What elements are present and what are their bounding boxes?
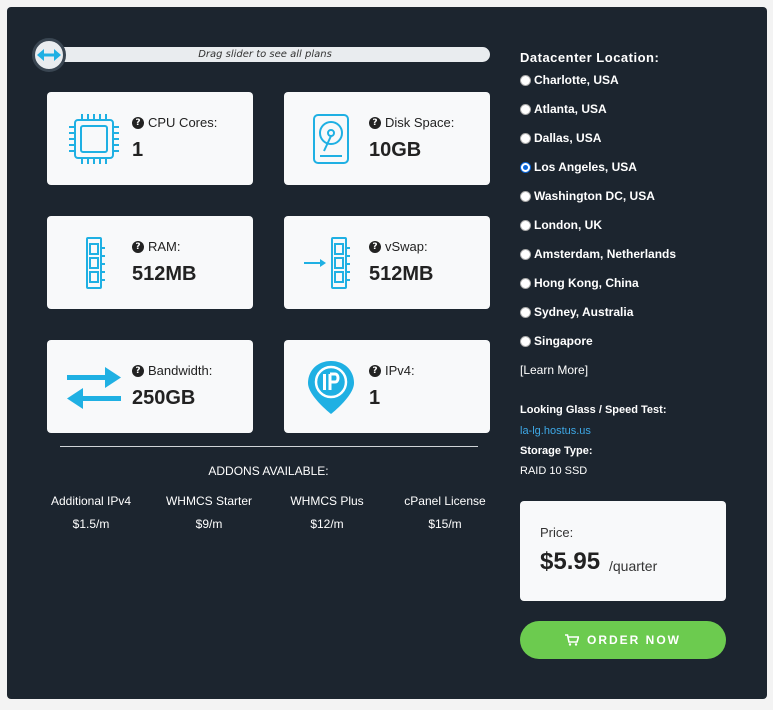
double-arrow-icon	[37, 49, 61, 61]
cart-icon	[565, 634, 579, 646]
datacenter-option[interactable]: Amsterdam, Netherlands	[520, 246, 676, 262]
datacenter-option[interactable]: Los Angeles, USA	[520, 159, 637, 175]
order-now-button[interactable]: ORDER NOW	[520, 621, 726, 659]
spec-value: 250GB	[132, 387, 196, 409]
price-period: /quarter	[609, 558, 658, 574]
radio-button[interactable]	[520, 306, 531, 318]
storage-type-label: Storage Type:	[520, 445, 593, 457]
spec-label: ? CPU Cores:	[132, 115, 217, 130]
radio-button[interactable]	[520, 190, 531, 202]
spec-label: ? Disk Space:	[369, 115, 454, 130]
datacenter-option[interactable]: Hong Kong, China	[520, 275, 639, 291]
help-icon[interactable]: ?	[132, 116, 144, 129]
spec-value: 10GB	[369, 139, 422, 161]
spec-value: 512MB	[369, 263, 434, 285]
plan-slider-track[interactable]: Drag slider to see all plans	[40, 47, 490, 62]
datacenter-option[interactable]: Charlotte, USA	[520, 72, 619, 88]
ip-pin-icon	[308, 361, 354, 414]
radio-button[interactable]	[520, 248, 531, 260]
spec-card-bandwidth: ? Bandwidth: 250GB	[47, 340, 253, 433]
ram-icon	[86, 237, 105, 289]
spec-card-cpu: ? CPU Cores: 1	[47, 92, 253, 185]
radio-button-selected[interactable]	[520, 161, 531, 173]
help-icon[interactable]: ?	[369, 240, 381, 253]
radio-button[interactable]	[520, 74, 531, 86]
spec-label: ? Bandwidth:	[132, 363, 212, 378]
datacenter-option[interactable]: Sydney, Australia	[520, 304, 633, 320]
spec-label: ? vSwap:	[369, 239, 428, 254]
datacenter-option[interactable]: London, UK	[520, 217, 602, 233]
spec-card-disk: ? Disk Space: 10GB	[284, 92, 490, 185]
storage-type-value: RAID 10 SSD	[520, 465, 588, 477]
plan-slider-handle[interactable]	[32, 38, 66, 72]
datacenter-title: Datacenter Location:	[520, 50, 660, 65]
looking-glass-link[interactable]: la-lg.hostus.us	[520, 425, 591, 437]
looking-glass-label: Looking Glass / Speed Test:	[520, 404, 667, 416]
section-divider	[60, 446, 478, 447]
help-icon[interactable]: ?	[369, 364, 381, 377]
vswap-icon	[304, 237, 350, 289]
addons-title: ADDONS AVAILABLE:	[208, 464, 329, 478]
datacenter-option[interactable]: Singapore	[520, 333, 593, 349]
spec-card-ram: ? RAM: 512MB	[47, 216, 253, 309]
hard-disk-icon	[313, 114, 349, 164]
price-box: Price: $5.95 /quarter	[520, 501, 726, 601]
price-amount: $5.95	[540, 548, 601, 575]
spec-label: ? RAM:	[132, 239, 181, 254]
help-icon[interactable]: ?	[369, 116, 381, 129]
help-icon[interactable]: ?	[132, 364, 144, 377]
bandwidth-arrows-icon	[67, 367, 121, 409]
slider-hint: Drag slider to see all plans	[198, 49, 332, 60]
datacenter-option[interactable]: Dallas, USA	[520, 130, 601, 146]
cpu-icon	[69, 114, 119, 164]
radio-button[interactable]	[520, 277, 531, 289]
spec-label: ? IPv4:	[369, 363, 415, 378]
radio-button[interactable]	[520, 103, 531, 115]
spec-card-ipv4: ? IPv4: 1	[284, 340, 490, 433]
datacenter-option[interactable]: Washington DC, USA	[520, 188, 655, 204]
price-label: Price:	[540, 525, 574, 540]
spec-value: 512MB	[132, 263, 197, 285]
datacenter-option[interactable]: Atlanta, USA	[520, 101, 607, 117]
radio-button[interactable]	[520, 132, 531, 144]
radio-button[interactable]	[520, 335, 531, 347]
learn-more-link[interactable]: [Learn More]	[520, 363, 588, 377]
radio-button[interactable]	[520, 219, 531, 231]
spec-card-vswap: ? vSwap: 512MB	[284, 216, 490, 309]
spec-value: 1	[369, 387, 381, 409]
spec-value: 1	[132, 139, 144, 161]
help-icon[interactable]: ?	[132, 240, 144, 253]
